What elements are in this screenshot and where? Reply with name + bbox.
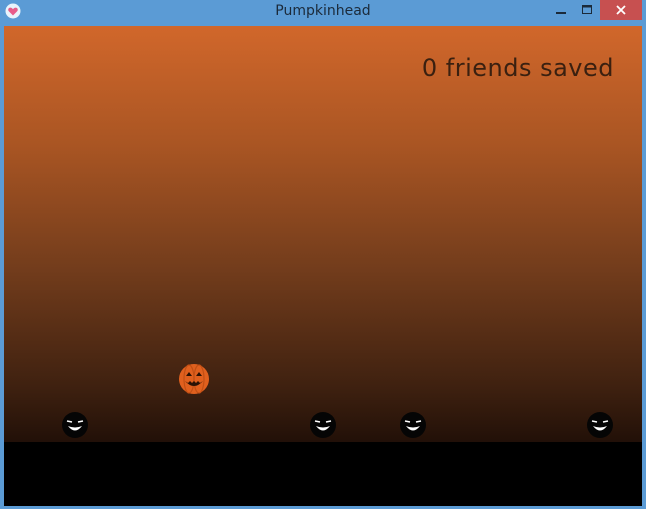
shadow-creature xyxy=(310,412,336,438)
maximize-button[interactable] xyxy=(574,0,600,20)
minimize-icon xyxy=(555,12,566,14)
shadow-creature xyxy=(400,412,426,438)
title-bar[interactable]: Pumpkinhead xyxy=(0,0,646,24)
shadow-creature xyxy=(62,412,88,438)
game-canvas[interactable]: 0 friends saved xyxy=(4,26,642,506)
pumpkin-player xyxy=(179,364,209,394)
close-button[interactable] xyxy=(600,0,642,20)
shadow-creature xyxy=(587,412,613,438)
score-label: 0 friends saved xyxy=(421,54,614,82)
game-window: Pumpkinhead 0 friends saved xyxy=(0,0,646,509)
maximize-icon xyxy=(582,5,592,14)
minimize-button[interactable] xyxy=(547,0,574,20)
close-icon xyxy=(616,5,626,15)
ground xyxy=(4,442,642,506)
